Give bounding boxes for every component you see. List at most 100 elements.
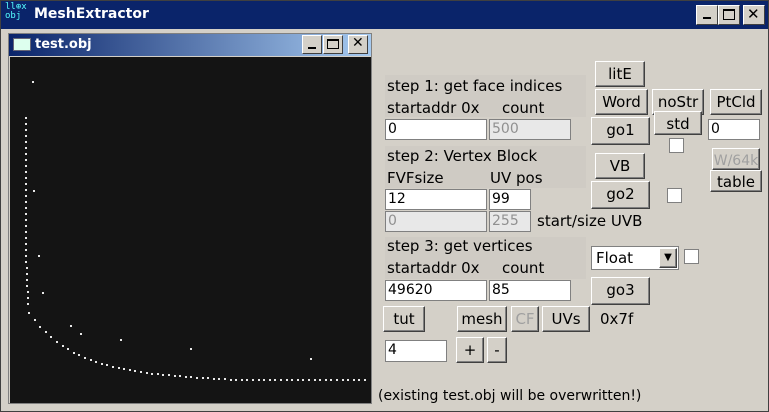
preview-title: test.obj bbox=[35, 37, 92, 52]
cf-button[interactable]: CF bbox=[511, 306, 539, 332]
maximize-icon bbox=[327, 39, 339, 49]
std-button[interactable]: std bbox=[654, 111, 702, 135]
step3-heading: step 3: get vertices bbox=[387, 237, 533, 255]
point-marker bbox=[25, 273, 28, 275]
point-marker bbox=[25, 231, 27, 233]
point-marker bbox=[302, 379, 305, 381]
point-marker bbox=[25, 243, 27, 245]
point-marker bbox=[72, 351, 75, 354]
mesh-button[interactable]: mesh bbox=[457, 306, 507, 332]
point-marker bbox=[190, 348, 192, 350]
preview-maximize-button[interactable] bbox=[323, 35, 343, 54]
step1-count-input[interactable]: 500 bbox=[489, 119, 571, 140]
table-button[interactable]: table bbox=[710, 170, 762, 192]
point-marker bbox=[123, 368, 126, 371]
point-marker bbox=[352, 379, 355, 381]
point-marker bbox=[25, 261, 28, 263]
close-button[interactable]: ✕ bbox=[743, 5, 765, 25]
point-marker bbox=[33, 190, 35, 192]
point-marker bbox=[134, 370, 137, 373]
point-marker bbox=[67, 348, 70, 351]
preview-minimize-button[interactable] bbox=[302, 35, 322, 54]
point-marker bbox=[25, 123, 27, 125]
point-marker bbox=[179, 375, 182, 378]
point-marker bbox=[84, 356, 86, 359]
float-checkbox[interactable] bbox=[684, 249, 699, 264]
go2-checkbox[interactable] bbox=[667, 188, 682, 203]
point-marker bbox=[156, 373, 159, 376]
point-marker bbox=[285, 379, 288, 381]
point-marker bbox=[25, 207, 27, 209]
point-marker bbox=[70, 325, 72, 327]
uvpos-input[interactable]: 99 bbox=[489, 189, 531, 210]
step1-startaddr-input[interactable]: 0 bbox=[385, 119, 487, 140]
point-marker bbox=[25, 183, 27, 185]
minimize-button[interactable] bbox=[696, 5, 718, 25]
uvb-start-input[interactable]: 0 bbox=[385, 211, 487, 232]
point-marker bbox=[168, 374, 170, 377]
vb-button[interactable]: VB bbox=[595, 153, 645, 179]
step2-uvpos-label: UV pos bbox=[490, 169, 543, 187]
point-marker bbox=[330, 379, 333, 381]
ptcld-input[interactable]: 0 bbox=[708, 119, 760, 140]
point-marker bbox=[25, 201, 27, 203]
go2-button[interactable]: go2 bbox=[591, 181, 650, 209]
step3-startaddr-input[interactable]: 49620 bbox=[385, 280, 487, 301]
point-marker bbox=[140, 371, 142, 374]
point-marker bbox=[25, 117, 27, 119]
std-checkbox[interactable] bbox=[669, 138, 684, 153]
minus-button[interactable]: - bbox=[487, 337, 507, 363]
fvfsize-input[interactable]: 12 bbox=[385, 189, 487, 210]
point-marker bbox=[27, 303, 30, 305]
point-marker bbox=[229, 378, 232, 381]
close-icon: ✕ bbox=[747, 5, 760, 23]
point-marker bbox=[25, 237, 27, 239]
point-marker bbox=[324, 379, 327, 381]
point-marker bbox=[190, 376, 193, 379]
point-marker bbox=[117, 367, 120, 370]
startsize-uvb-label: start/size UVB bbox=[537, 212, 643, 230]
point-marker bbox=[32, 81, 34, 83]
step3-count-input[interactable]: 85 bbox=[489, 280, 571, 301]
point-marker bbox=[39, 325, 42, 328]
app-title: MeshExtractor bbox=[34, 6, 149, 22]
point-marker bbox=[308, 379, 310, 381]
point-marker bbox=[201, 376, 204, 379]
point-cloud-canvas[interactable] bbox=[10, 57, 371, 403]
step-input[interactable]: 4 bbox=[385, 340, 447, 362]
point-marker bbox=[173, 374, 176, 377]
point-marker bbox=[196, 376, 198, 379]
type-select-value: Float bbox=[596, 249, 634, 267]
ptcld-button[interactable]: PtCld bbox=[710, 89, 762, 115]
point-marker bbox=[26, 285, 29, 287]
uvb-size-input[interactable]: 255 bbox=[489, 211, 531, 232]
point-marker bbox=[268, 379, 271, 381]
point-marker bbox=[347, 379, 350, 381]
go3-button[interactable]: go3 bbox=[591, 277, 650, 305]
point-marker bbox=[89, 359, 92, 362]
point-marker bbox=[25, 213, 27, 215]
point-marker bbox=[151, 372, 154, 375]
point-marker bbox=[106, 364, 109, 367]
point-marker bbox=[240, 379, 243, 381]
lite-button[interactable]: litE bbox=[595, 61, 645, 87]
type-select[interactable]: Float ▼ bbox=[591, 246, 679, 270]
point-marker bbox=[280, 379, 282, 381]
point-marker bbox=[56, 340, 58, 343]
word-button[interactable]: Word bbox=[595, 89, 648, 115]
point-marker bbox=[296, 379, 299, 381]
maximize-button[interactable] bbox=[718, 5, 740, 25]
step1-startaddr-label: startaddr 0x bbox=[387, 99, 480, 117]
point-marker bbox=[310, 358, 312, 360]
uvs-button[interactable]: UVs bbox=[542, 306, 590, 332]
preview-close-button[interactable]: ✕ bbox=[348, 35, 368, 54]
chevron-down-icon[interactable]: ▼ bbox=[659, 248, 677, 268]
w64k-button[interactable]: W/64k bbox=[712, 148, 760, 170]
point-marker bbox=[25, 219, 27, 221]
step2-heading: step 2: Vertex Block bbox=[387, 147, 538, 165]
point-marker bbox=[28, 312, 30, 314]
plus-button[interactable]: + bbox=[456, 337, 484, 363]
go1-button[interactable]: go1 bbox=[591, 117, 650, 145]
point-marker bbox=[25, 129, 27, 131]
tut-button[interactable]: tut bbox=[383, 306, 425, 332]
